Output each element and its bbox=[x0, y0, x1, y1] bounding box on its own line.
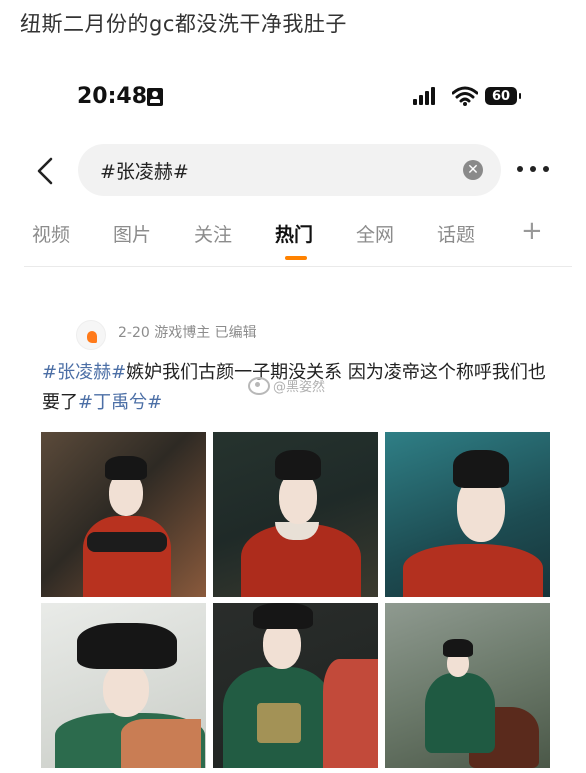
hashtag-link[interactable]: #丁禹兮# bbox=[78, 392, 162, 413]
clear-icon[interactable]: ✕ bbox=[463, 160, 483, 180]
tab-active-indicator bbox=[285, 256, 307, 260]
photo-5[interactable] bbox=[213, 603, 378, 768]
caption-text: 纽斯二月份的gc都没洗干净我肚子 bbox=[20, 12, 347, 36]
wifi-icon bbox=[451, 86, 479, 106]
watermark: @黑姿然 bbox=[248, 376, 325, 395]
add-tab-icon[interactable]: + bbox=[521, 216, 543, 246]
tab-images[interactable]: 图片 bbox=[113, 220, 151, 247]
search-query: #张凌赫# bbox=[100, 161, 189, 183]
tab-hot[interactable]: 热门 bbox=[275, 220, 313, 247]
search-row: #张凌赫# ✕ bbox=[0, 140, 586, 202]
search-input[interactable]: #张凌赫# ✕ bbox=[78, 144, 501, 196]
status-time: 20:48 bbox=[77, 84, 148, 109]
tab-all-web[interactable]: 全网 bbox=[356, 220, 394, 247]
tab-bar: 视频 图片 关注 热门 全网 话题 + bbox=[0, 216, 586, 260]
more-icon[interactable] bbox=[517, 166, 551, 174]
weibo-icon bbox=[248, 376, 270, 395]
signal-icon bbox=[413, 87, 441, 105]
photo-1[interactable] bbox=[41, 432, 206, 597]
status-bar: 20:48 60 bbox=[0, 84, 586, 118]
photo-2[interactable] bbox=[213, 432, 378, 597]
watermark-text: @黑姿然 bbox=[273, 380, 326, 395]
post-meta: 2-20 游戏博主 已编辑 bbox=[76, 316, 476, 350]
tab-following[interactable]: 关注 bbox=[194, 220, 232, 247]
photo-6[interactable] bbox=[385, 603, 550, 768]
post-meta-text: 2-20 游戏博主 已编辑 bbox=[118, 325, 257, 341]
photo-3[interactable] bbox=[385, 432, 550, 597]
divider bbox=[24, 266, 572, 267]
tab-video[interactable]: 视频 bbox=[32, 220, 70, 247]
id-card-icon bbox=[147, 88, 163, 106]
tab-topics[interactable]: 话题 bbox=[437, 220, 475, 247]
battery-icon: 60 bbox=[485, 87, 521, 105]
back-icon[interactable] bbox=[34, 156, 58, 186]
hashtag-link[interactable]: #张凌赫# bbox=[42, 362, 126, 383]
avatar[interactable] bbox=[76, 320, 106, 350]
photo-4[interactable] bbox=[41, 603, 206, 768]
